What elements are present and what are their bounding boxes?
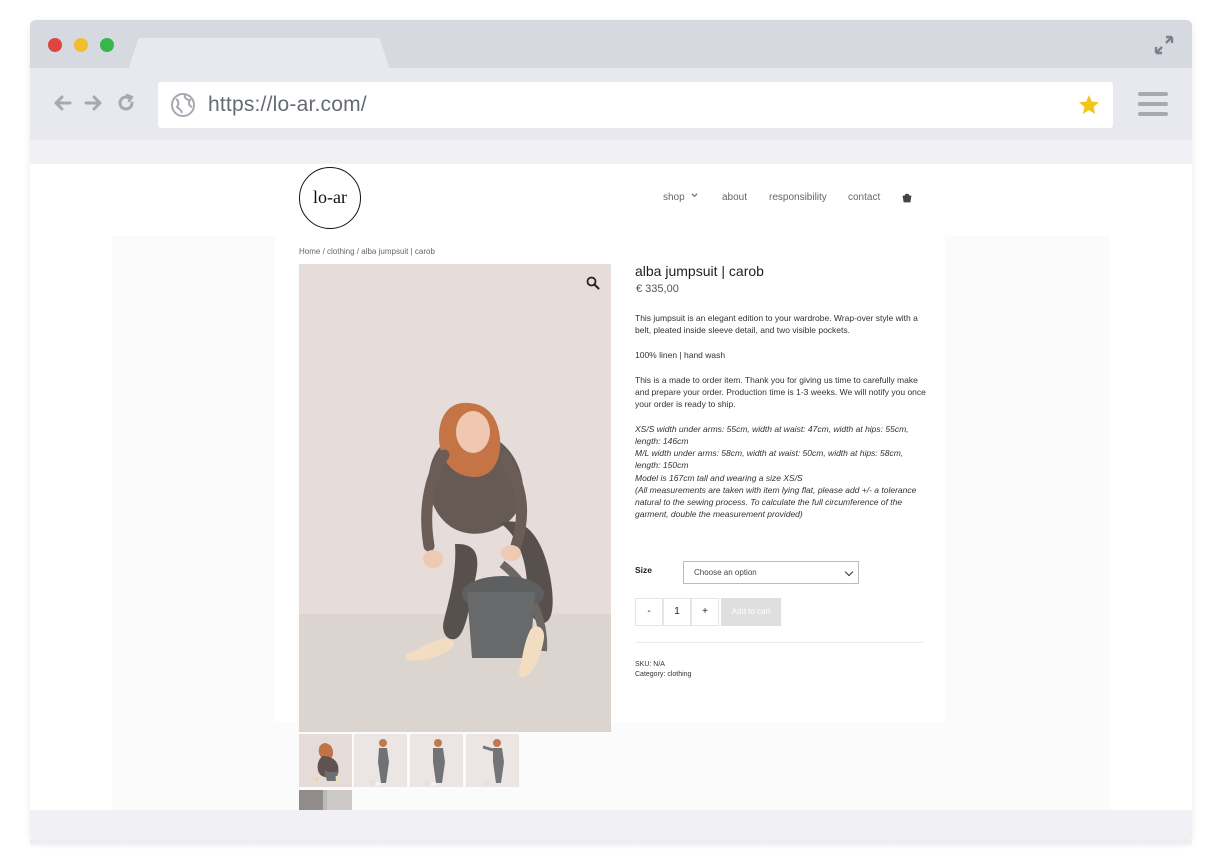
category-link[interactable]: clothing <box>667 671 691 678</box>
browser-shadow <box>30 840 1192 848</box>
product-thumbnail[interactable] <box>299 790 352 810</box>
size-select-value: Choose an option <box>694 568 757 577</box>
thumbnail-image <box>299 734 352 787</box>
chevron-down-icon <box>844 567 854 577</box>
quantity-increase-button[interactable]: + <box>691 598 719 626</box>
menu-icon[interactable] <box>1138 92 1168 116</box>
category-line: Category: clothing <box>635 671 691 678</box>
back-icon[interactable] <box>52 92 74 114</box>
product-material: 100% linen | hand wash <box>635 350 726 360</box>
tab-bar <box>30 20 1192 70</box>
cart-icon[interactable] <box>902 193 912 203</box>
nav-about[interactable]: about <box>722 192 747 203</box>
product-description: This jumpsuit is an elegant edition to y… <box>635 313 918 336</box>
globe-icon <box>171 93 195 117</box>
thumbnail-image <box>410 734 463 787</box>
measurement-m-l: M/L width under arms: 58cm, width at wai… <box>635 448 904 471</box>
sku-label: SKU: <box>635 661 652 668</box>
product-thumbnail[interactable] <box>354 734 407 787</box>
product-production-note: This is a made to order item. Thank you … <box>635 375 926 410</box>
thumbnail-image <box>354 734 407 787</box>
size-label: Size <box>635 565 653 575</box>
model-size-note: Model is 167cm tall and wearing a size X… <box>635 473 803 483</box>
close-window-dot[interactable] <box>48 38 62 52</box>
menu-line <box>1138 92 1168 96</box>
nav-shop[interactable]: shop <box>663 192 698 203</box>
product-main-image[interactable] <box>299 264 611 732</box>
browser-window: https://lo-ar.com/ lo-ar shop about resp… <box>30 20 1192 841</box>
breadcrumb[interactable]: Home / clothing / alba jumpsuit | carob <box>299 247 435 256</box>
quantity-input[interactable]: 1 <box>663 598 691 626</box>
category-label: Category: <box>635 671 666 678</box>
add-to-cart-button[interactable]: Add to cart <box>721 598 781 626</box>
product-thumbnail[interactable] <box>299 734 352 787</box>
thumbnail-image <box>299 790 352 810</box>
sku-line: SKU: N/A <box>635 661 665 668</box>
forward-icon[interactable] <box>82 92 104 114</box>
star-icon[interactable] <box>1077 93 1101 117</box>
measurement-xs-s: XS/S width under arms: 55cm, width at wa… <box>635 424 909 447</box>
product-thumbnail[interactable] <box>410 734 463 787</box>
minimize-window-dot[interactable] <box>74 38 88 52</box>
nav-responsibility[interactable]: responsibility <box>769 192 827 203</box>
zoom-icon[interactable] <box>586 276 600 290</box>
url-text[interactable]: https://lo-ar.com/ <box>208 93 367 117</box>
thumbnail-image <box>466 734 519 787</box>
product-price: € 335,00 <box>636 283 679 295</box>
menu-line <box>1138 102 1168 106</box>
product-thumbnail[interactable] <box>466 734 519 787</box>
chevron-down-icon[interactable] <box>691 192 698 199</box>
nav-contact[interactable]: contact <box>848 192 880 203</box>
menu-line <box>1138 112 1168 116</box>
reload-icon[interactable] <box>115 92 137 114</box>
active-tab[interactable] <box>128 38 390 70</box>
expand-icon[interactable] <box>1154 35 1174 55</box>
site-logo[interactable]: lo-ar <box>299 167 361 229</box>
page-content: lo-ar shop about responsibility contact … <box>30 164 1192 810</box>
measurement-tolerance-note: (All measurements are taken with item ly… <box>635 485 917 520</box>
model-photo <box>299 264 611 732</box>
product-divider <box>635 642 923 643</box>
browser-bottom-bar <box>30 810 1192 841</box>
sku-value: N/A <box>653 661 665 668</box>
address-bar[interactable]: https://lo-ar.com/ <box>158 82 1113 128</box>
quantity-decrease-button[interactable]: - <box>635 598 663 626</box>
size-select[interactable]: Choose an option <box>683 561 859 584</box>
product-title: alba jumpsuit | carob <box>635 263 764 279</box>
nav-shop-label[interactable]: shop <box>663 192 685 203</box>
browser-navbar: https://lo-ar.com/ <box>30 68 1192 140</box>
maximize-window-dot[interactable] <box>100 38 114 52</box>
